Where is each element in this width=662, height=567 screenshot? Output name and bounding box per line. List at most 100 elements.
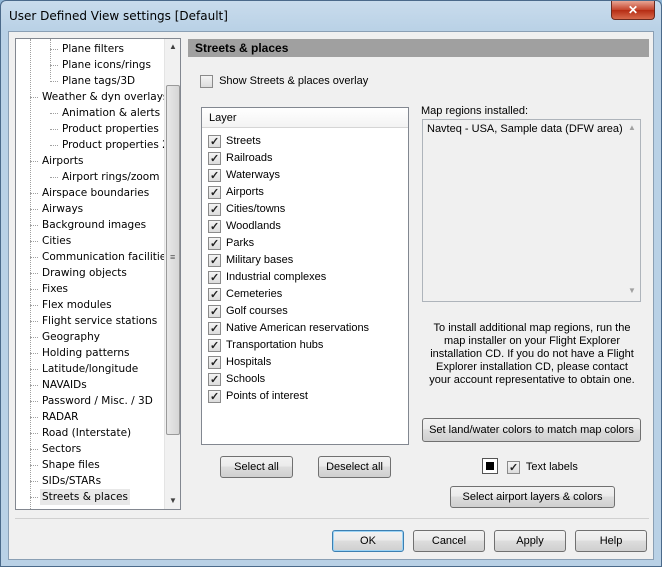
layer-checkbox[interactable] bbox=[208, 304, 221, 321]
tree-connector bbox=[30, 209, 38, 210]
tree-item[interactable]: Plane tags/3D bbox=[60, 73, 137, 89]
tree-guide-line bbox=[30, 39, 31, 509]
tree-item[interactable]: Airports bbox=[40, 153, 85, 169]
select-airport-layers-button[interactable]: Select airport layers & colors bbox=[450, 486, 615, 508]
layer-item[interactable]: Industrial complexes bbox=[208, 269, 326, 287]
layer-item[interactable]: Native American reservations bbox=[208, 320, 370, 338]
layer-item[interactable]: Transportation hubs bbox=[208, 337, 323, 355]
layer-checkbox[interactable] bbox=[208, 219, 221, 236]
tree-scrollbar[interactable]: ▲ ≡ ▼ bbox=[164, 39, 180, 509]
tree-item[interactable]: Weather & dyn overlays bbox=[40, 89, 170, 105]
tree-item[interactable]: Fixes bbox=[40, 281, 70, 297]
scrollbar-thumb[interactable]: ≡ bbox=[166, 85, 180, 435]
tree-item[interactable]: Plane filters bbox=[60, 41, 126, 57]
text-label-color-swatch[interactable] bbox=[482, 458, 498, 474]
layer-item[interactable]: Streets bbox=[208, 133, 261, 151]
select-all-button[interactable]: Select all bbox=[220, 456, 293, 478]
layer-item[interactable]: Railroads bbox=[208, 150, 272, 168]
tree-item[interactable]: Sectors bbox=[40, 441, 83, 457]
layer-checkbox[interactable] bbox=[208, 236, 221, 253]
tree-item[interactable]: Road (Interstate) bbox=[40, 425, 133, 441]
tree-item[interactable]: Airways bbox=[40, 201, 85, 217]
text-labels-checkbox[interactable] bbox=[507, 460, 520, 476]
layer-checkbox[interactable] bbox=[208, 168, 221, 185]
tree-item[interactable]: Holding patterns bbox=[40, 345, 132, 361]
layer-item[interactable]: Cities/towns bbox=[208, 201, 286, 219]
map-region-item[interactable]: Navteq - USA, Sample data (DFW area) bbox=[427, 123, 636, 135]
layer-item[interactable]: Points of interest bbox=[208, 388, 308, 406]
layer-checkbox[interactable] bbox=[208, 389, 221, 406]
layer-item[interactable]: Airports bbox=[208, 184, 264, 202]
layer-item[interactable]: Woodlands bbox=[208, 218, 281, 236]
layer-checkbox[interactable] bbox=[208, 151, 221, 168]
tree-item[interactable]: Product properties bbox=[60, 121, 161, 137]
layer-item[interactable]: Military bases bbox=[208, 252, 293, 270]
tree-connector bbox=[30, 241, 38, 242]
tree-connector bbox=[30, 465, 38, 466]
layer-checkbox[interactable] bbox=[208, 372, 221, 389]
cancel-button[interactable]: Cancel bbox=[413, 530, 485, 552]
help-button[interactable]: Help bbox=[575, 530, 647, 552]
tree-item[interactable]: SIDs/STARs bbox=[40, 473, 103, 489]
show-overlay-checkbox[interactable] bbox=[200, 74, 213, 88]
layer-item[interactable]: Hospitals bbox=[208, 354, 271, 372]
apply-button[interactable]: Apply bbox=[494, 530, 566, 552]
category-tree[interactable]: Plane filters Plane icons/rings Plane tags… bbox=[15, 38, 181, 510]
tree-item[interactable]: RADAR bbox=[40, 409, 80, 425]
layer-checkbox[interactable] bbox=[208, 202, 221, 219]
layer-item[interactable]: Golf courses bbox=[208, 303, 288, 321]
layer-label: Native American reservations bbox=[226, 322, 370, 334]
tree-connector bbox=[50, 129, 58, 130]
tree-guide-line bbox=[50, 39, 51, 79]
scroll-down-arrow-icon[interactable]: ▼ bbox=[624, 283, 640, 299]
tree-item[interactable]: Latitude/longitude bbox=[40, 361, 140, 377]
layer-item[interactable]: Schools bbox=[208, 371, 265, 389]
layer-item[interactable]: Cemeteries bbox=[208, 286, 282, 304]
layer-checkbox[interactable] bbox=[208, 321, 221, 338]
tree-connector bbox=[50, 113, 58, 114]
tree-item[interactable]: Geography bbox=[40, 329, 102, 345]
tree-item[interactable]: Product properties 2 bbox=[60, 137, 171, 153]
tree-item[interactable]: Airport rings/zoom bbox=[60, 169, 161, 185]
tree-item[interactable]: NAVAIDs bbox=[40, 377, 89, 393]
layer-item[interactable]: Waterways bbox=[208, 167, 280, 185]
layer-checkbox[interactable] bbox=[208, 134, 221, 151]
layer-checkbox[interactable] bbox=[208, 253, 221, 270]
layer-item[interactable]: Parks bbox=[208, 235, 254, 253]
layer-checkbox[interactable] bbox=[208, 355, 221, 372]
scroll-up-arrow-icon[interactable]: ▲ bbox=[165, 39, 180, 55]
layer-label: Golf courses bbox=[226, 305, 288, 317]
map-regions-list[interactable]: Navteq - USA, Sample data (DFW area) ▲ ▼ bbox=[422, 119, 641, 302]
show-overlay-option[interactable]: Show Streets & places overlay bbox=[200, 73, 368, 89]
tree-item[interactable]: Streets & places bbox=[40, 489, 130, 505]
tree-item[interactable]: Animation & alerts bbox=[60, 105, 162, 121]
layer-checkbox[interactable] bbox=[208, 185, 221, 202]
scroll-up-arrow-icon[interactable]: ▲ bbox=[624, 120, 640, 136]
close-button[interactable]: ✕ bbox=[611, 1, 655, 20]
text-labels-option[interactable]: Text labels bbox=[507, 459, 578, 476]
tree-item[interactable]: Shape files bbox=[40, 457, 102, 473]
tree-item[interactable]: Drawing objects bbox=[40, 265, 129, 281]
tree-item[interactable]: Background images bbox=[40, 217, 148, 233]
tree-item[interactable]: Airspace boundaries bbox=[40, 185, 151, 201]
tree-item[interactable]: Plane icons/rings bbox=[60, 57, 153, 73]
layer-column-header[interactable]: Layer bbox=[202, 108, 408, 128]
tree-item[interactable]: Password / Misc. / 3D bbox=[40, 393, 155, 409]
layer-label: Waterways bbox=[226, 169, 280, 181]
layer-checkbox[interactable] bbox=[208, 287, 221, 304]
tree-connector bbox=[30, 289, 38, 290]
deselect-all-button[interactable]: Deselect all bbox=[318, 456, 391, 478]
title-bar[interactable]: User Defined View settings [Default] ✕ bbox=[1, 1, 661, 31]
layer-list[interactable]: Layer Streets Railroads Waterways Airports C… bbox=[201, 107, 409, 445]
tree-item[interactable]: Communication facilities bbox=[40, 249, 174, 265]
set-land-water-colors-button[interactable]: Set land/water colors to match map color… bbox=[422, 418, 641, 442]
layer-checkbox[interactable] bbox=[208, 338, 221, 355]
layer-checkbox[interactable] bbox=[208, 270, 221, 287]
tree-item[interactable]: Flex modules bbox=[40, 297, 114, 313]
tree-item[interactable]: Cities bbox=[40, 233, 73, 249]
regions-scrollbar[interactable]: ▲ ▼ bbox=[624, 120, 640, 301]
tree-item[interactable]: Flight service stations bbox=[40, 313, 159, 329]
layer-label: Cities/towns bbox=[226, 203, 286, 215]
scroll-down-arrow-icon[interactable]: ▼ bbox=[165, 493, 180, 509]
ok-button[interactable]: OK bbox=[332, 530, 404, 552]
